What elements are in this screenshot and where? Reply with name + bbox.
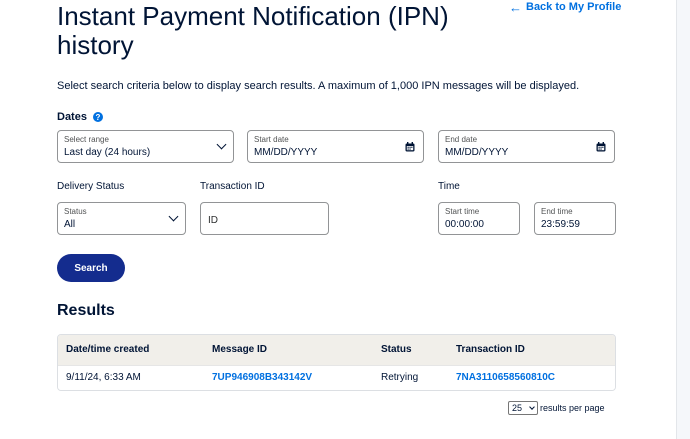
start-time-label: Start time <box>445 207 480 216</box>
row-status-cell: Retrying <box>381 372 419 383</box>
arrow-left-icon: ← <box>509 0 522 15</box>
start-date-label: Start date <box>254 135 289 144</box>
dates-label-text: Dates <box>57 111 87 123</box>
ipn-history-page: Instant Payment Notification (IPN) histo… <box>0 0 676 439</box>
end-time-field[interactable]: End time 23:59:59 <box>534 202 616 235</box>
pagination-control: 25 results per page <box>508 401 605 415</box>
message-id-link[interactable]: 7UP946908B343142V <box>212 372 312 383</box>
date-range-label: Select range <box>64 135 109 144</box>
results-title: Results <box>57 302 115 319</box>
time-label: Time <box>438 181 460 192</box>
end-time-label: End time <box>541 207 573 216</box>
calendar-icon[interactable] <box>596 142 606 152</box>
column-header-status[interactable]: Status <box>381 344 412 355</box>
date-range-select[interactable]: Select range Last day (24 hours) <box>57 130 234 163</box>
status-select-label: Status <box>64 207 87 216</box>
dates-label: Dates ? <box>57 111 103 123</box>
start-time-value: 00:00:00 <box>445 219 484 230</box>
chevron-down-icon <box>168 211 179 222</box>
start-date-value: MM/DD/YYYY <box>254 147 318 158</box>
row-date-cell: 9/11/24, 6:33 AM <box>66 372 141 383</box>
column-header-message-id[interactable]: Message ID <box>212 344 267 355</box>
status-select[interactable]: Status All <box>57 202 186 235</box>
right-edge-panel <box>676 0 690 439</box>
page-title: Instant Payment Notification (IPN) histo… <box>57 1 449 60</box>
column-header-transaction-id[interactable]: Transaction ID <box>456 344 525 355</box>
status-select-value: All <box>64 219 76 230</box>
back-to-profile-link[interactable]: ← Back to My Profile <box>509 0 622 15</box>
date-range-value: Last day (24 hours) <box>64 147 151 158</box>
intro-text: Select search criteria below to display … <box>57 80 580 92</box>
transaction-id-input[interactable]: ID <box>200 202 329 235</box>
end-time-value: 23:59:59 <box>541 219 580 230</box>
transaction-id-link[interactable]: 7NA3110658560810C <box>456 372 555 383</box>
transaction-id-placeholder: ID <box>208 215 218 226</box>
start-date-field[interactable]: Start date MM/DD/YYYY <box>247 130 424 163</box>
transaction-id-label: Transaction ID <box>200 181 265 192</box>
column-header-date[interactable]: Date/time created <box>66 344 149 355</box>
end-date-value: MM/DD/YYYY <box>445 147 509 158</box>
search-button[interactable]: Search <box>57 254 125 282</box>
start-time-field[interactable]: Start time 00:00:00 <box>438 202 520 235</box>
per-page-label: results per page <box>540 403 605 413</box>
per-page-select[interactable]: 25 <box>508 401 538 415</box>
delivery-status-label: Delivery Status <box>57 181 125 192</box>
end-date-label: End date <box>445 135 478 144</box>
calendar-icon[interactable] <box>405 142 415 152</box>
end-date-field[interactable]: End date MM/DD/YYYY <box>438 130 615 163</box>
chevron-down-icon <box>216 139 227 150</box>
back-link-label: Back to My Profile <box>526 1 622 13</box>
per-page-value: 25 <box>512 403 523 413</box>
help-icon[interactable]: ? <box>92 112 103 122</box>
chevron-down-icon <box>529 404 535 410</box>
